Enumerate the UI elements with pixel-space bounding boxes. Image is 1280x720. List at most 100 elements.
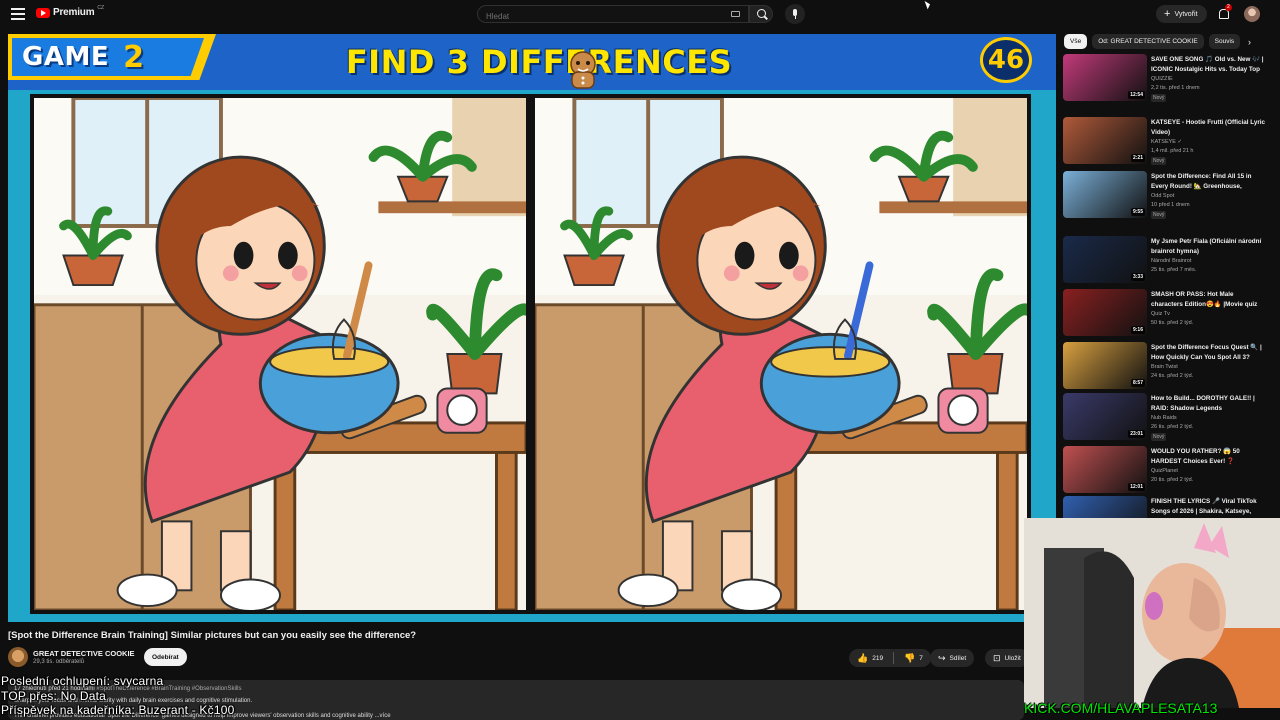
chip-channel[interactable]: Od: GREAT DETECTIVE COOKIE (1092, 34, 1204, 49)
cookie-mascot-icon (570, 51, 596, 89)
recommendation-meta: 10 před 1 dnem (1151, 202, 1190, 208)
thumbs-up-icon[interactable]: 👍 (857, 653, 868, 663)
recommendation-title[interactable]: How to Build... DOROTHY GALE!! | RAID: S… (1151, 394, 1267, 414)
recommendation-item[interactable]: 9:16 SMASH OR PASS: Hot Male characters E… (1063, 289, 1268, 339)
banner-title: FIND 3 DIFFERENCES (345, 43, 733, 81)
recommendation-title[interactable]: SMASH OR PASS: Hot Male characters Editi… (1151, 290, 1267, 310)
create-label: Vytvořit (1174, 10, 1198, 18)
video-thumbnail[interactable]: 12:01 (1063, 446, 1147, 493)
logo-text: Premium (53, 7, 95, 18)
video-banner: GAME 2 FIND 3 DIFFERENCES 46 (8, 34, 1056, 90)
video-duration: 8:57 (1130, 379, 1145, 387)
youtube-watch-page: Premium CZ + Vytvořit 2 GAME 2 FIND 3 DI… (0, 0, 1280, 720)
game-label: GAME (22, 42, 110, 72)
recommendation-item[interactable]: 9:55 Spot the Difference: Find All 15 in … (1063, 171, 1268, 221)
plus-icon: + (1164, 7, 1171, 20)
recommendation-item[interactable]: 23:01 How to Build... DOROTHY GALE!! | RA… (1063, 393, 1268, 443)
recommendation-channel[interactable]: Brain Twist (1151, 364, 1178, 370)
video-thumbnail[interactable]: 23:01 (1063, 393, 1147, 440)
left-picture (30, 94, 530, 614)
like-count[interactable]: 219 (872, 655, 883, 662)
video-thumbnail[interactable]: 9:55 (1063, 171, 1147, 218)
countdown-timer: 46 (980, 37, 1032, 83)
recommendation-channel[interactable]: Národní Brainrot (1151, 258, 1191, 264)
video-thumbnail[interactable]: 3:33 (1063, 236, 1147, 283)
subscriber-count: 29,3 tis. odběratelů (33, 659, 85, 665)
video-thumbnail[interactable]: 9:16 (1063, 289, 1147, 336)
recommendation-title[interactable]: FINISH THE LYRICS 🎤 Viral TikTok Songs o… (1151, 497, 1267, 517)
overlay-donation: Příspěvek na kadeřníka: Buzerant - Kč100 (1, 703, 235, 717)
recommendation-item[interactable]: 12:54 SAVE ONE SONG 🎵 Old vs. New 🎶 | ICO… (1063, 54, 1268, 104)
chip-related[interactable]: Souvis (1208, 34, 1241, 49)
recommendation-title[interactable]: SAVE ONE SONG 🎵 Old vs. New 🎶 | ICONIC N… (1151, 55, 1267, 75)
recommendation-channel[interactable]: QuizPlanet (1151, 468, 1178, 474)
subscribe-button[interactable]: Odebírat (144, 648, 187, 666)
recommendation-channel[interactable]: Quiz Tv (1151, 311, 1170, 317)
recommendation-meta: 1,4 mil. před 21 h (1151, 148, 1194, 154)
recommendation-title[interactable]: My Jsme Petr Fiala (Oficiální národní br… (1151, 237, 1267, 257)
save-label: Uložit (1004, 654, 1021, 662)
game-number: 2 (123, 39, 144, 75)
hamburger-menu-icon[interactable] (11, 8, 25, 20)
recommendation-item[interactable]: FINISH THE LYRICS 🎤 Viral TikTok Songs o… (1063, 496, 1268, 518)
video-thumbnail[interactable]: 2:21 (1063, 117, 1147, 164)
webcam-overlay (1024, 518, 1280, 708)
account-avatar[interactable] (1244, 6, 1260, 22)
video-duration: 9:55 (1130, 208, 1145, 216)
video-thumbnail[interactable] (1063, 496, 1147, 518)
recommendation-channel[interactable]: QUIZZIE (1151, 76, 1173, 82)
recommendation-item[interactable]: 8:57 Spot the Difference Focus Quest 🔍 | … (1063, 342, 1268, 392)
search-input[interactable] (478, 8, 718, 25)
video-player[interactable]: GAME 2 FIND 3 DIFFERENCES 46 (8, 34, 1056, 622)
video-thumbnail[interactable]: 8:57 (1063, 342, 1147, 389)
recommendation-title[interactable]: Spot the Difference Focus Quest 🔍 | How … (1151, 343, 1267, 363)
keyboard-icon[interactable] (731, 11, 740, 17)
search-box (477, 5, 749, 25)
recommendation-channel[interactable]: KATSEYE ✓ (1151, 139, 1182, 145)
youtube-logo[interactable]: Premium CZ (36, 5, 104, 18)
filter-chips: Vše Od: GREAT DETECTIVE COOKIE Souvis (1064, 34, 1264, 50)
recommendation-title[interactable]: WOULD YOU RATHER? 😱 50 HARDEST Choices E… (1151, 447, 1267, 467)
create-button[interactable]: + Vytvořit (1156, 5, 1207, 23)
new-badge: Nový (1151, 211, 1167, 219)
recommendation-meta: 20 tis. před 2 týd. (1151, 477, 1194, 483)
recommendation-channel[interactable]: Nub Raids (1151, 415, 1177, 421)
overlay-last-haircut: Poslední ochlupení: svycarna (1, 674, 164, 688)
recommendation-meta: 26 tis. před 2 týd. (1151, 424, 1194, 430)
search-button[interactable] (749, 5, 773, 23)
recommendation-title[interactable]: Spot the Difference: Find All 15 in Ever… (1151, 172, 1267, 192)
recommendation-meta: 50 tis. před 2 týd. (1151, 320, 1194, 326)
like-dislike-group: 👍 219 👎 7 (849, 649, 931, 667)
video-duration: 23:01 (1128, 430, 1145, 438)
video-duration: 12:54 (1128, 91, 1145, 99)
video-duration: 9:16 (1130, 326, 1145, 334)
recommendation-item[interactable]: 2:21 KATSEYE - Hootie Frutti (Official Ly… (1063, 117, 1268, 167)
video-duration: 2:21 (1130, 154, 1145, 162)
recommendation-title[interactable]: KATSEYE - Hootie Frutti (Official Lyric … (1151, 118, 1267, 138)
share-icon: ↪ (938, 652, 946, 663)
right-picture (531, 94, 1031, 614)
microphone-icon[interactable] (785, 4, 805, 24)
channel-name[interactable]: GREAT DETECTIVE COOKIE (33, 649, 135, 658)
thumbs-down-icon[interactable]: 👎 (904, 653, 915, 663)
game-tag: GAME 2 (8, 34, 216, 80)
notification-badge: 2 (1225, 4, 1232, 11)
share-button[interactable]: ↪ Sdílet (930, 649, 975, 667)
save-button[interactable]: ⊡ Uložit (985, 649, 1029, 667)
video-duration: 12:01 (1128, 483, 1145, 491)
recommendation-meta: 24 tis. před 2 týd. (1151, 373, 1194, 379)
video-thumbnail[interactable]: 12:54 (1063, 54, 1147, 101)
chip-all[interactable]: Vše (1064, 34, 1088, 49)
channel-avatar[interactable] (8, 647, 28, 667)
recommendation-meta: 2,2 tis. před 1 dnem (1151, 85, 1200, 91)
dislike-count[interactable]: 7 (919, 655, 923, 662)
recommendation-channel[interactable]: Odd Spot (1151, 193, 1174, 199)
video-title: [Spot the Difference Brain Training] Sim… (8, 630, 417, 641)
recommendation-meta: 25 tis. před 7 měs. (1151, 267, 1197, 273)
recommendation-item[interactable]: 12:01 WOULD YOU RATHER? 😱 50 HARDEST Choi… (1063, 446, 1268, 496)
recommendation-item[interactable]: 3:33 My Jsme Petr Fiala (Oficiální národn… (1063, 236, 1268, 286)
chevron-right-icon[interactable]: › (1248, 37, 1251, 47)
top-bar: Premium CZ + Vytvořit 2 (0, 0, 1280, 28)
new-badge: Nový (1151, 157, 1167, 165)
video-duration: 3:33 (1130, 273, 1145, 281)
